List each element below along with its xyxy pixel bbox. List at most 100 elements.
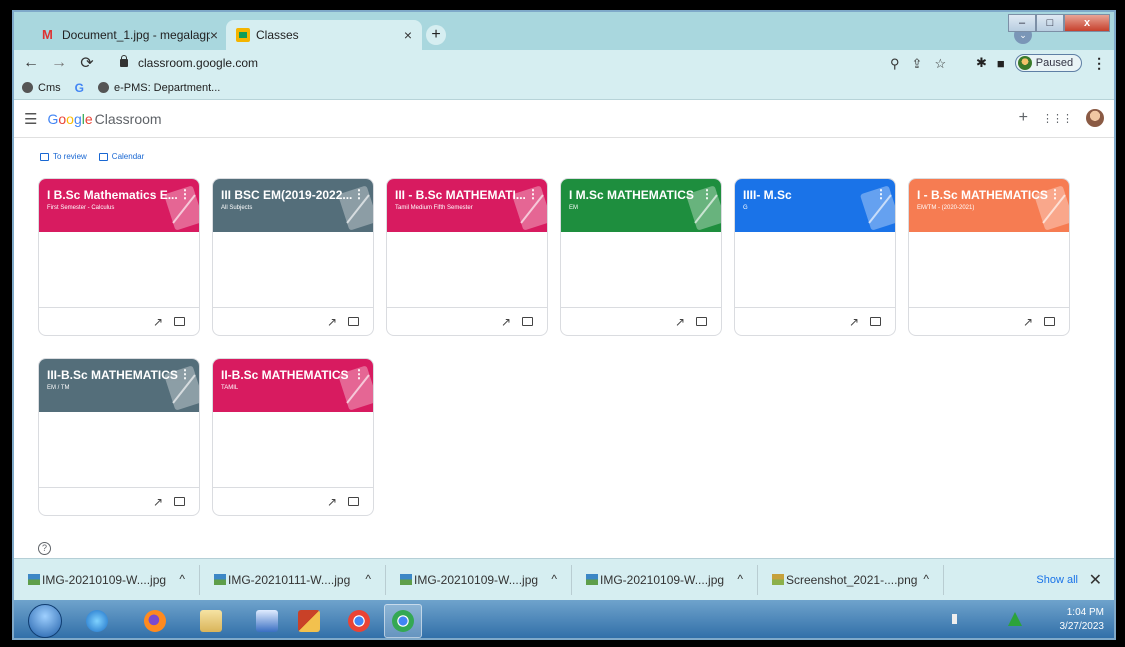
minimize-button[interactable]: – <box>1008 14 1036 32</box>
side-panel-icon[interactable]: ■ <box>997 56 1005 71</box>
card-options-icon[interactable]: ⋮ <box>353 367 365 381</box>
card-header[interactable]: I B.Sc Mathematics E... First Semester - … <box>39 179 199 232</box>
card-header[interactable]: III - B.Sc MATHEMATI... Tamil Medium Fift… <box>387 179 547 232</box>
system-clock[interactable]: 1:04 PM 3/27/2023 <box>1060 606 1105 634</box>
address-bar[interactable]: classroom.google.com <box>112 53 962 73</box>
forward-arrow-icon[interactable]: → <box>48 54 70 72</box>
image-file-icon <box>214 573 226 585</box>
class-card[interactable]: III-B.Sc MATHEMATICS EM / TM ⋮ ↗ <box>38 358 200 516</box>
chevron-up-icon[interactable]: ^ <box>179 572 185 586</box>
lock-icon[interactable] <box>120 55 128 67</box>
gradebook-trend-icon[interactable]: ↗ <box>327 495 337 509</box>
notification-flag-icon[interactable] <box>1008 612 1022 626</box>
help-icon[interactable]: ? <box>38 542 51 555</box>
card-header[interactable]: I M.Sc MATHEMATICS EM ⋮ <box>561 179 721 232</box>
bookmark-star-icon[interactable]: ☆ <box>934 56 946 72</box>
taskbar-ie[interactable] <box>78 604 116 638</box>
class-card[interactable]: I - B.Sc MATHEMATICS EM/TM - (2020-2021) ⋮… <box>908 178 1070 336</box>
gradebook-trend-icon[interactable]: ↗ <box>849 315 859 329</box>
folder-icon[interactable] <box>696 317 707 326</box>
download-filename: Screenshot_2021-....png <box>786 572 918 587</box>
google-classroom-logo[interactable]: Google Classroom <box>47 111 161 127</box>
folder-icon[interactable] <box>522 317 533 326</box>
folder-icon[interactable] <box>870 317 881 326</box>
card-header[interactable]: III-B.Sc MATHEMATICS EM / TM ⋮ <box>39 359 199 412</box>
card-options-icon[interactable]: ⋮ <box>353 187 365 201</box>
gradebook-trend-icon[interactable]: ↗ <box>675 315 685 329</box>
class-card[interactable]: I M.Sc MATHEMATICS EM ⋮ ↗ <box>560 178 722 336</box>
card-header[interactable]: IIII- M.Sc G ⋮ <box>735 179 895 232</box>
chevron-up-icon[interactable]: ^ <box>737 572 743 586</box>
card-options-icon[interactable]: ⋮ <box>179 367 191 381</box>
gradebook-trend-icon[interactable]: ↗ <box>153 495 163 509</box>
taskbar-app[interactable] <box>290 604 328 638</box>
add-class-plus-icon[interactable]: + <box>1019 109 1028 127</box>
start-button[interactable] <box>28 604 62 638</box>
taskbar-explorer[interactable] <box>192 604 230 638</box>
folder-icon[interactable] <box>348 497 359 506</box>
chevron-up-icon[interactable]: ^ <box>551 572 557 586</box>
gradebook-trend-icon[interactable]: ↗ <box>327 315 337 329</box>
calendar-link[interactable]: Calendar <box>98 152 145 161</box>
class-card[interactable]: III - B.Sc MATHEMATI... Tamil Medium Fift… <box>386 178 548 336</box>
new-tab-button[interactable]: + <box>426 25 446 45</box>
card-header[interactable]: III BSC EM(2019-2022... All Subjects ⋮ <box>213 179 373 232</box>
bookmark-google[interactable]: G <box>75 81 84 95</box>
volume-icon[interactable] <box>952 614 964 624</box>
maximize-button[interactable]: □ <box>1036 14 1064 32</box>
profile-button[interactable]: Paused <box>1014 54 1083 72</box>
chevron-up-icon[interactable]: ^ <box>365 572 371 586</box>
taskbar-chrome-active[interactable] <box>384 604 422 638</box>
google-apps-icon[interactable]: ⋮⋮⋮ <box>1042 112 1073 125</box>
chevron-up-icon[interactable]: ^ <box>923 572 929 586</box>
card-header[interactable]: II-B.Sc MATHEMATICS TAMIL ⋮ <box>213 359 373 412</box>
profile-status: Paused <box>1035 57 1074 69</box>
close-shelf-icon[interactable]: ✕ <box>1089 570 1102 590</box>
calendar-label: Calendar <box>111 152 145 161</box>
class-card[interactable]: II-B.Sc MATHEMATICS TAMIL ⋮ ↗ <box>212 358 374 516</box>
download-item[interactable]: Screenshot_2021-....png ^ <box>758 564 944 595</box>
gradebook-trend-icon[interactable]: ↗ <box>501 315 511 329</box>
card-options-icon[interactable]: ⋮ <box>1049 187 1061 201</box>
card-options-icon[interactable]: ⋮ <box>179 187 191 201</box>
taskbar-word[interactable] <box>248 604 286 638</box>
folder-icon[interactable] <box>1044 317 1055 326</box>
tab-document[interactable]: Document_1.jpg - megalagpgd × <box>32 20 228 50</box>
back-arrow-icon[interactable]: ← <box>20 54 42 72</box>
class-card[interactable]: I B.Sc Mathematics E... First Semester - … <box>38 178 200 336</box>
to-review-link[interactable]: To review <box>40 152 87 161</box>
user-avatar[interactable] <box>1086 109 1104 127</box>
download-item[interactable]: IMG-20210111-W....jpg ^ <box>200 564 386 595</box>
folder-icon[interactable] <box>174 497 185 506</box>
gradebook-trend-icon[interactable]: ↗ <box>153 315 163 329</box>
taskbar-firefox[interactable] <box>136 604 174 638</box>
browser-menu-icon[interactable]: ⋮ <box>1092 55 1106 72</box>
tab-classes[interactable]: Classes × <box>226 20 422 50</box>
class-card[interactable]: III BSC EM(2019-2022... All Subjects ⋮ ↗ <box>212 178 374 336</box>
gradebook-trend-icon[interactable]: ↗ <box>1023 315 1033 329</box>
bookmark-cms[interactable]: Cms <box>22 82 61 94</box>
card-header[interactable]: I - B.Sc MATHEMATICS EM/TM - (2020-2021) ⋮ <box>909 179 1069 232</box>
card-options-icon[interactable]: ⋮ <box>875 187 887 201</box>
close-window-button[interactable]: x <box>1064 14 1110 32</box>
extensions-puzzle-icon[interactable]: ✱ <box>976 55 987 71</box>
class-card[interactable]: IIII- M.Sc G ⋮ ↗ <box>734 178 896 336</box>
close-tab-icon[interactable]: × <box>404 27 412 43</box>
menu-icon[interactable]: ☰ <box>24 110 37 128</box>
download-item[interactable]: IMG-20210109-W....jpg ^ <box>572 564 758 595</box>
bookmark-epms[interactable]: e-PMS: Department... <box>97 82 220 94</box>
image-file-icon <box>28 573 40 585</box>
card-options-icon[interactable]: ⋮ <box>527 187 539 201</box>
download-item[interactable]: IMG-20210109-W....jpg ^ <box>14 564 200 595</box>
share-icon[interactable]: ⇪ <box>912 56 923 72</box>
close-tab-icon[interactable]: × <box>210 27 218 43</box>
reload-icon[interactable]: ⟳ <box>76 53 98 73</box>
app-bar-actions: + ⋮⋮⋮ <box>1019 109 1104 127</box>
download-item[interactable]: IMG-20210109-W....jpg ^ <box>386 564 572 595</box>
zoom-icon[interactable]: ⚲ <box>890 56 900 72</box>
folder-icon[interactable] <box>348 317 359 326</box>
card-options-icon[interactable]: ⋮ <box>701 187 713 201</box>
show-all-button[interactable]: Show all <box>1036 574 1078 586</box>
taskbar-chrome[interactable] <box>340 604 378 638</box>
folder-icon[interactable] <box>174 317 185 326</box>
